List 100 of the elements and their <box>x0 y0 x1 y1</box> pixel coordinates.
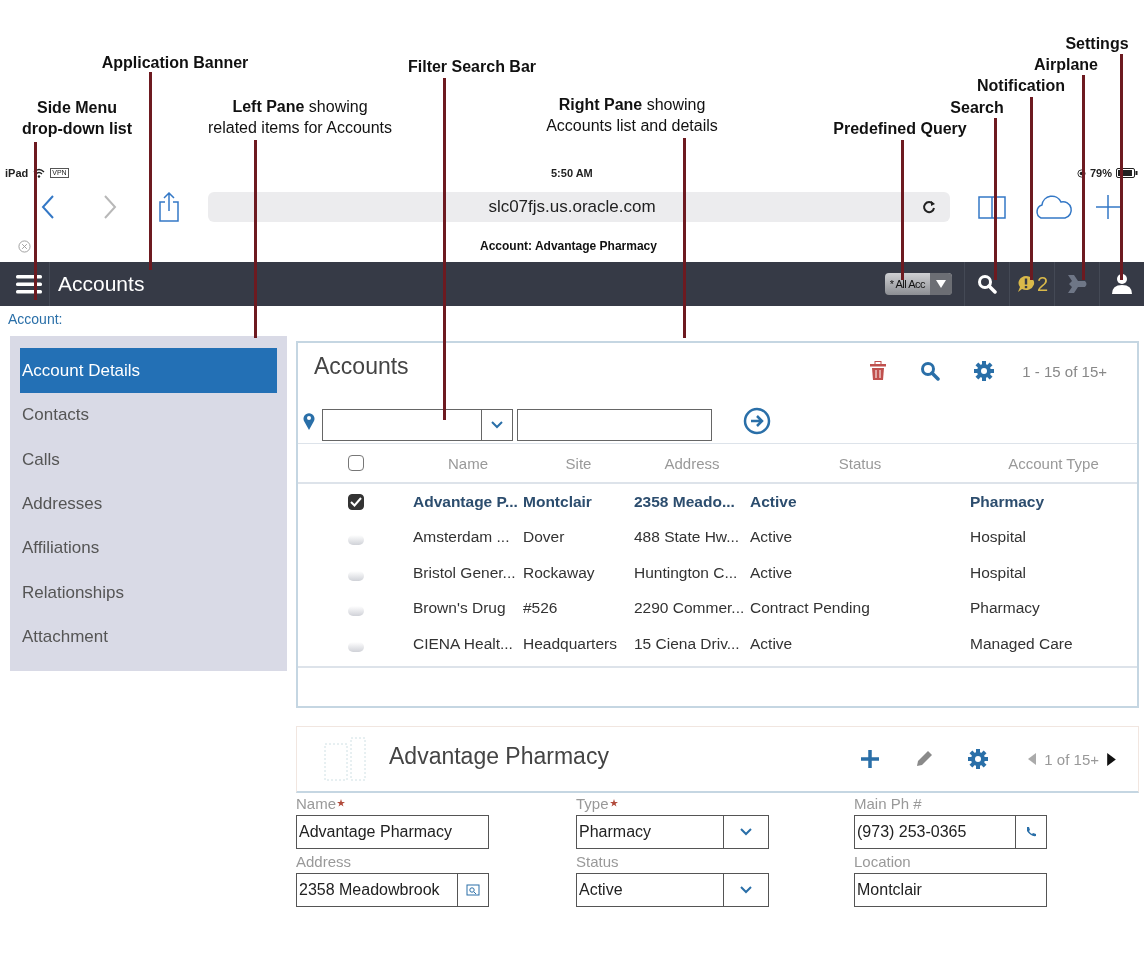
table-cell-text: Managed Care <box>970 634 1074 653</box>
table-cell-text: Montclair <box>523 492 593 511</box>
wifi-icon <box>33 168 46 178</box>
pencil-icon[interactable] <box>914 749 935 769</box>
row-checkbox[interactable] <box>347 641 364 652</box>
column-header[interactable]: Site <box>565 454 592 472</box>
form-field[interactable]: 2358 Meadowbrook <box>296 873 489 907</box>
column-header[interactable]: Name <box>448 454 488 472</box>
chevron-down-icon <box>491 421 503 429</box>
filter-input[interactable] <box>517 409 712 441</box>
callout-label: Airplane <box>1033 55 1099 75</box>
trash-icon[interactable] <box>870 361 887 381</box>
reload-icon[interactable] <box>922 200 936 214</box>
field-label: Type <box>576 795 609 814</box>
form-field[interactable]: Advantage Pharmacy <box>296 815 489 849</box>
left-pane-item[interactable]: Contacts <box>20 393 277 438</box>
panel-title: Accounts <box>314 352 409 380</box>
chevron-down-icon <box>740 886 752 894</box>
callout-label: Side Menu drop-down list <box>20 98 134 139</box>
table-cell-text: Pharmacy <box>970 492 1046 511</box>
building-icon <box>321 736 369 782</box>
table-cell-text: Headquarters <box>523 634 618 653</box>
left-pane-item[interactable]: Attachment <box>20 614 277 660</box>
banner-title: Accounts <box>58 272 145 296</box>
filter-dropdown[interactable] <box>322 409 513 441</box>
table-cell-text: #526 <box>523 599 559 618</box>
row-checkbox[interactable] <box>347 535 364 546</box>
left-pane-item[interactable]: Affiliations <box>20 526 277 571</box>
form-field[interactable]: Montclair <box>854 873 1047 907</box>
user-icon <box>1110 273 1134 295</box>
callout-label: Search <box>949 98 1005 118</box>
table-cell-text: 488 State Hw... <box>634 528 741 547</box>
plus-icon[interactable] <box>1095 194 1121 220</box>
address-bar[interactable]: slc07fjs.us.oracle.com <box>208 192 950 222</box>
table-cell-text: Active <box>750 528 794 547</box>
callout-label: Predefined Query <box>832 119 968 139</box>
device-name: iPad <box>5 167 29 179</box>
row-checkbox[interactable] <box>347 606 364 617</box>
column-header[interactable]: Status <box>838 454 882 472</box>
clock-time: 5:50 AM <box>551 167 593 179</box>
field-label: Main Ph # <box>854 795 922 814</box>
callout-label: Left Pane showing related items for Accounts <box>206 97 394 138</box>
table-cell-text: Huntington C... <box>634 563 739 582</box>
query-dropdown[interactable]: * All Acc <box>884 273 952 295</box>
callout-label: Filter Search Bar <box>406 57 538 77</box>
table-cell-text: Amsterdam ... <box>413 528 511 547</box>
field-label: Address <box>296 853 352 872</box>
search-icon[interactable] <box>920 361 941 381</box>
row-checkbox[interactable] <box>347 570 364 581</box>
column-header[interactable]: Address <box>664 454 720 472</box>
column-header[interactable]: Account Type <box>1008 454 1099 472</box>
left-pane-item[interactable]: Calls <box>20 437 277 482</box>
form-field[interactable]: Active <box>576 873 769 907</box>
record-pager: 1 of 15+ <box>1044 750 1099 768</box>
form-field[interactable]: Pharmacy <box>576 815 769 849</box>
callout-label: Settings <box>1064 34 1130 54</box>
form-field[interactable]: (973) 253-0365 <box>854 815 1047 849</box>
field-label: Location <box>854 853 911 872</box>
battery-percent: 79% <box>1089 167 1112 179</box>
record-title: Advantage Pharmacy <box>389 742 609 770</box>
table-cell-text: Advantage P... <box>413 492 519 511</box>
table-cell-text: Active <box>750 563 794 582</box>
location-pin-icon <box>303 412 315 430</box>
callout-label: Application Banner <box>100 53 250 73</box>
settings-icon[interactable] <box>968 749 989 769</box>
caret-icon <box>936 280 946 288</box>
row-checkbox[interactable] <box>347 493 364 510</box>
table-cell-text: Active <box>750 492 798 511</box>
back-icon[interactable] <box>40 194 56 220</box>
cloud-icon[interactable] <box>1033 194 1073 220</box>
callout-label: Right Pane showing Accounts list and details <box>545 95 719 136</box>
next-icon[interactable] <box>1107 752 1116 766</box>
search-icon <box>977 274 997 294</box>
field-label: Name <box>296 795 336 814</box>
chevron-down-icon <box>740 828 752 836</box>
table-cell-text: Dover <box>523 528 566 547</box>
book-icon[interactable] <box>977 194 1007 220</box>
menu-icon <box>16 274 42 294</box>
left-pane-item[interactable]: Addresses <box>20 481 277 527</box>
table-cell-text: Bristol Gener... <box>413 563 517 582</box>
close-icon[interactable] <box>18 239 31 253</box>
left-pane-item[interactable]: Account Details <box>20 348 277 393</box>
table-cell-text: Active <box>750 634 794 653</box>
share-icon[interactable] <box>158 192 180 222</box>
table-cell-text: 2290 Commer... <box>634 599 746 618</box>
table-cell-text: Brown's Drug <box>413 599 507 618</box>
add-icon[interactable] <box>860 749 881 769</box>
airplane-icon <box>1065 273 1089 295</box>
table-cell-text: Hospital <box>970 528 1027 547</box>
table-cell-text: Contract Pending <box>750 599 871 618</box>
phone-icon <box>1025 826 1037 838</box>
record-range: 1 - 15 of 15+ <box>1022 362 1107 380</box>
field-label: Status <box>576 853 619 872</box>
page-title: Account: Advantage Pharmacy <box>480 239 657 253</box>
select-all-checkbox[interactable] <box>347 455 364 471</box>
table-cell-text: 2358 Meado... <box>634 492 736 511</box>
table-cell-text: Rockaway <box>523 563 596 582</box>
settings-icon[interactable] <box>974 361 995 381</box>
table-cell-text: CIENA Healt... <box>413 634 514 653</box>
left-pane-item[interactable]: Relationships <box>20 570 277 615</box>
